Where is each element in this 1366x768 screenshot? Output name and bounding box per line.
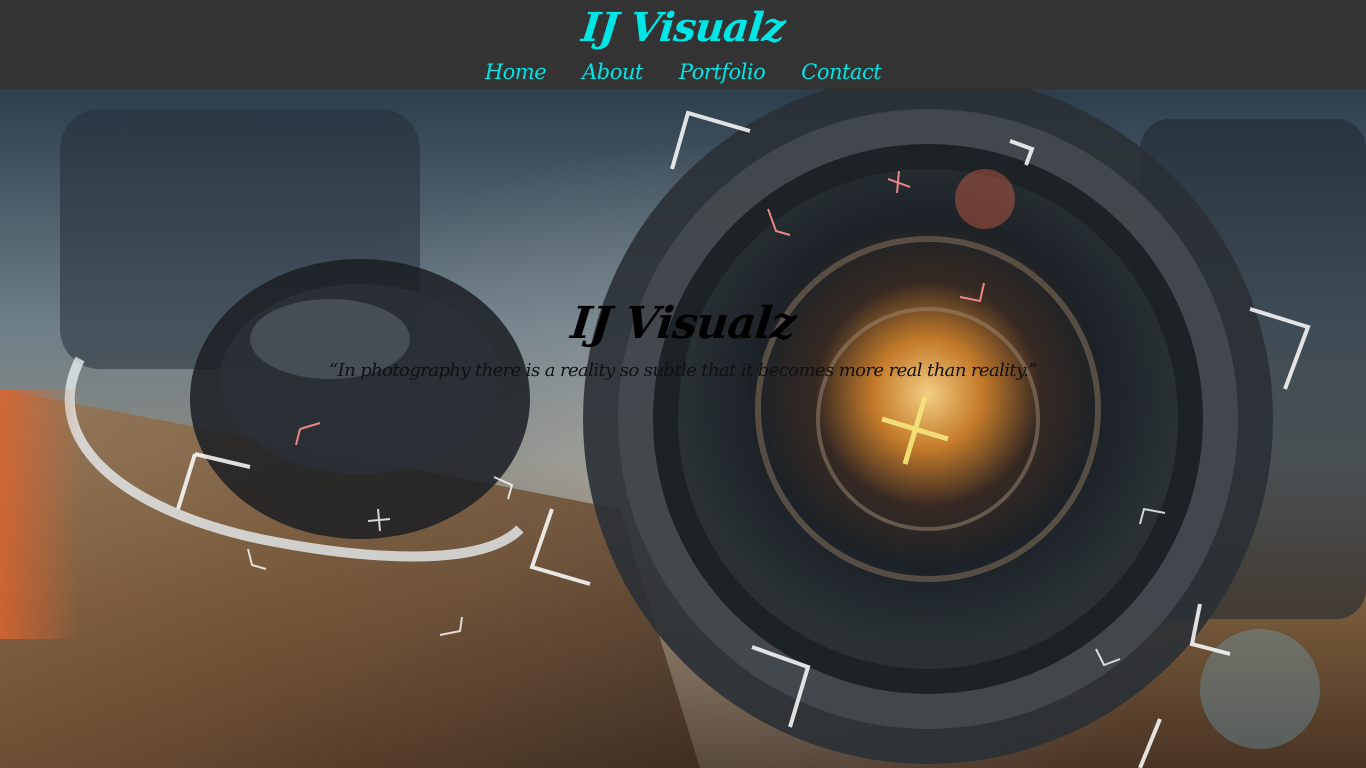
main-nav: Home About Portfolio Contact [0,57,1366,87]
nav-link-contact[interactable]: Contact [801,57,881,87]
hero-banner: IJ Visualz “In photography there is a re… [0,89,1366,768]
nav-link-about[interactable]: About [582,57,643,87]
hero-content: IJ Visualz “In photography there is a re… [0,294,1366,384]
nav-link-home[interactable]: Home [485,57,547,87]
hero-quote: “In photography there is a reality so su… [329,360,1038,381]
hero-background-image [0,89,1366,768]
brand-logo-text[interactable]: IJ Visualz [0,2,1366,54]
hero-title: IJ Visualz [568,298,798,349]
nav-link-portfolio[interactable]: Portfolio [679,57,766,87]
site-header: IJ Visualz Home About Portfolio Contact [0,0,1366,89]
